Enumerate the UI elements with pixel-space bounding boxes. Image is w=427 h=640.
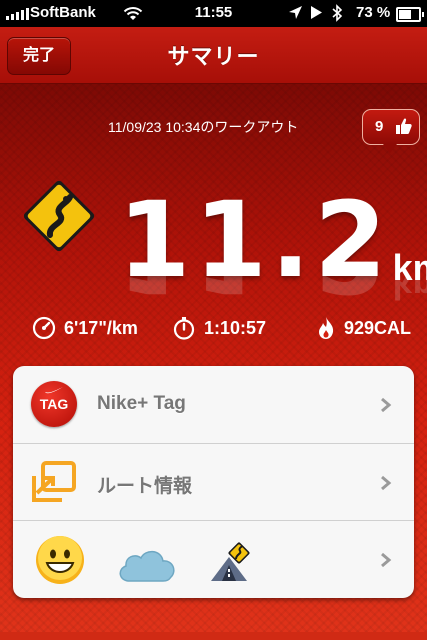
thumbs-up-icon <box>393 116 413 140</box>
speedometer-icon <box>32 316 56 340</box>
pace-stat: 6'17"/km <box>32 316 138 340</box>
workout-summary: 11/09/23 10:34のワークアウト 9 11.2 km 11.2 km <box>0 84 427 640</box>
calories-stat: 929CAL <box>316 316 411 340</box>
likes-count: 9 <box>375 118 384 135</box>
duration-value: 1:10:57 <box>204 317 267 338</box>
terrain-road-icon <box>211 542 250 581</box>
cloud-icon <box>119 550 175 582</box>
location-arrow-icon <box>288 5 303 24</box>
stopwatch-icon <box>173 317 195 340</box>
navigation-bar: 完了 サマリー <box>0 27 427 84</box>
battery-percent: 73 % <box>356 4 391 21</box>
chevron-right-icon <box>381 397 392 413</box>
chevron-right-icon <box>381 552 392 568</box>
pace-value: 6'17"/km <box>64 317 138 338</box>
workout-datetime: 11/09/23 10:34のワークアウト <box>108 119 299 135</box>
menu-item-route-info[interactable]: ルート情報 <box>13 443 414 520</box>
likes-badge[interactable]: 9 <box>362 109 420 153</box>
curvy-road-sign-icon <box>20 177 98 260</box>
duration-stat: 1:10:57 <box>172 316 266 340</box>
bluetooth-icon <box>331 4 343 26</box>
smiley-face-icon <box>36 536 84 584</box>
distance-value: 11.2 <box>118 179 391 301</box>
menu-item-conditions[interactable] <box>13 520 414 598</box>
chevron-right-icon <box>381 475 392 491</box>
play-icon <box>310 5 323 24</box>
flame-icon <box>319 317 334 339</box>
page-title: サマリー <box>167 44 260 69</box>
distance-display: 11.2 km <box>118 172 427 292</box>
menu-item-label: ルート情報 <box>97 476 193 497</box>
workout-details-menu: TAG Nike+ Tag ルート情報 <box>13 366 414 598</box>
menu-item-nike-tag[interactable]: TAG Nike+ Tag <box>13 366 414 442</box>
calories-value: 929CAL <box>344 317 412 338</box>
menu-item-label: Nike+ Tag <box>97 393 186 414</box>
battery-icon <box>396 7 424 22</box>
distance-unit: km <box>392 247 427 288</box>
route-icon <box>32 461 76 502</box>
status-bar: SoftBank 11:55 73 % <box>0 0 427 27</box>
nike-tag-icon: TAG <box>31 381 77 427</box>
bottom-edge <box>0 632 427 640</box>
